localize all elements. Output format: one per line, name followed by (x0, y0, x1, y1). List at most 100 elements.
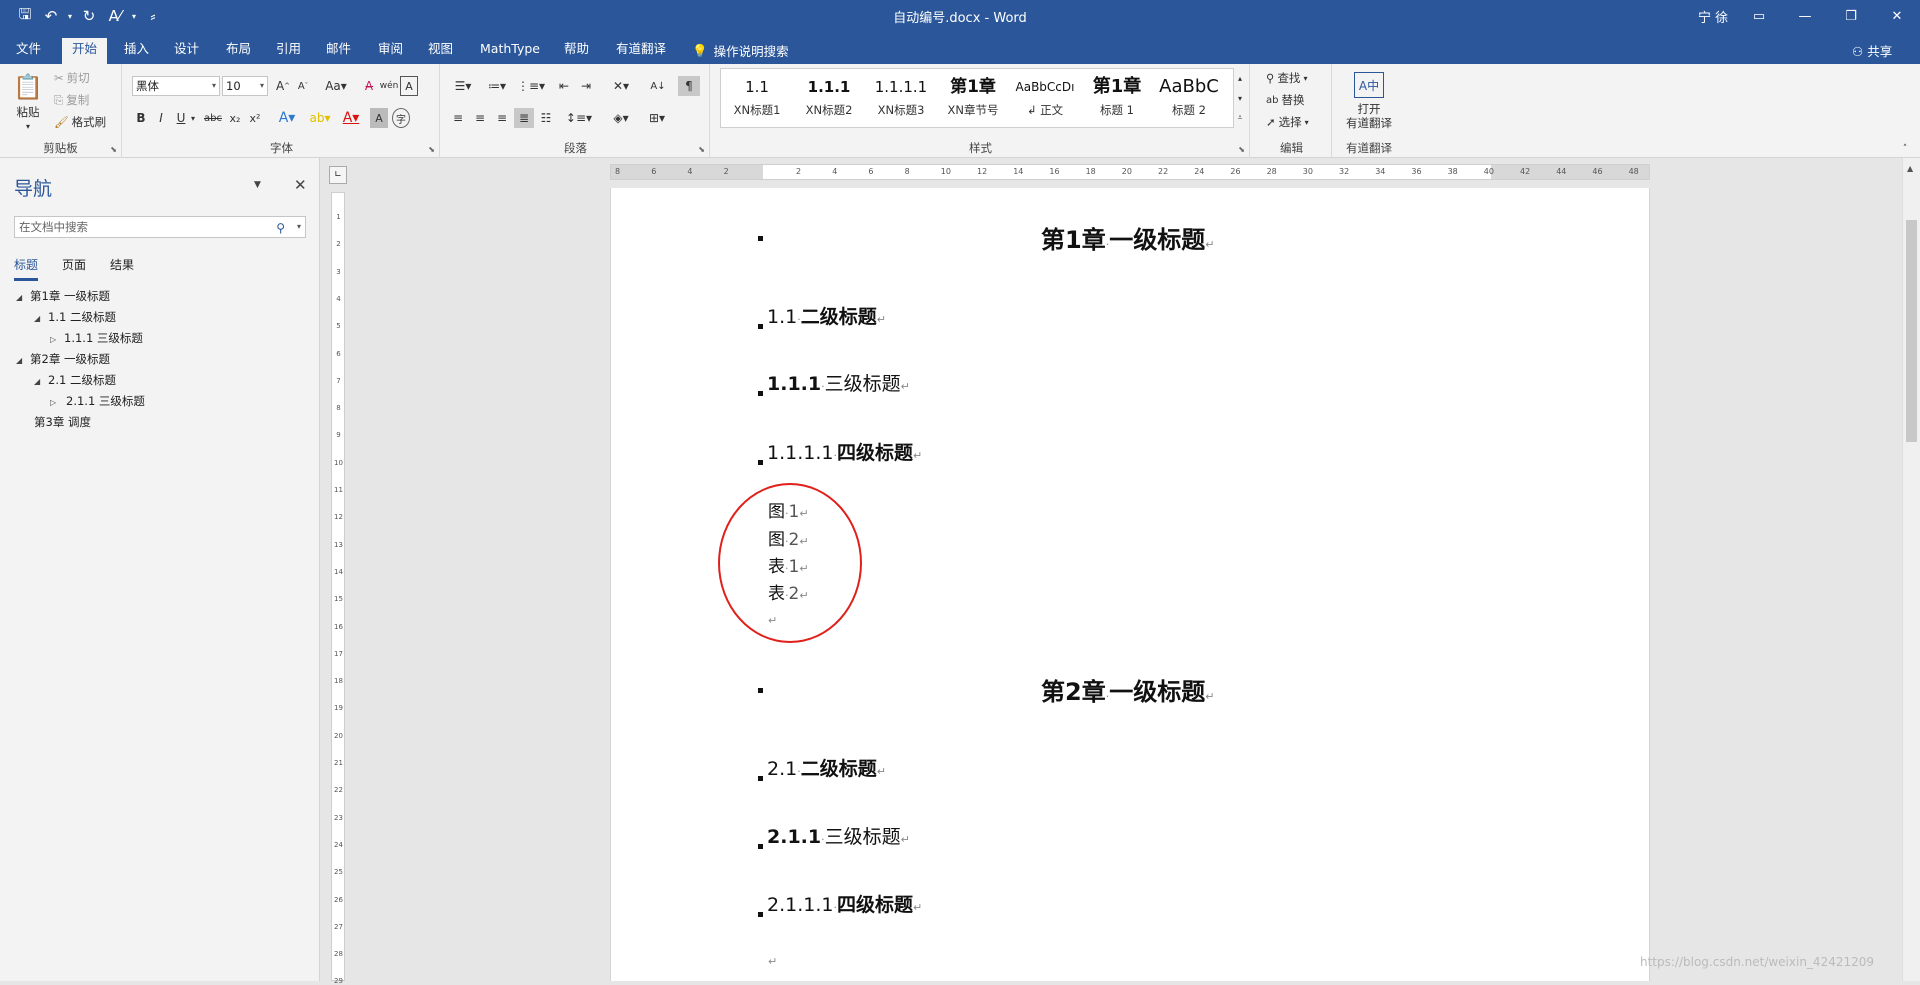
expanded-triangle-icon[interactable]: ◢ (34, 309, 48, 328)
replace-button[interactable]: ab 替换 (1266, 92, 1304, 108)
copy-button[interactable]: ⎘ 复制 (54, 92, 89, 108)
paste-icon[interactable]: 📋 (12, 72, 44, 102)
highlight-color-icon[interactable]: ab▾ (306, 108, 334, 128)
horizontal-ruler[interactable]: 8 6 4 2 2 4 6 8 10 12 14 16 18 20 22 24 26 28 30 32 34 36 38 40… (610, 164, 1650, 180)
decrease-indent-icon[interactable]: ⇤ (554, 76, 574, 96)
styles-more-icon[interactable]: ⩡ (1234, 108, 1246, 128)
tab-review[interactable]: 审阅 (368, 38, 413, 64)
tab-selector-icon[interactable]: ∟ (329, 166, 347, 184)
tell-me-search[interactable]: 💡 操作说明搜索 (692, 41, 789, 60)
numbering-icon[interactable]: ≔▾ (482, 76, 512, 96)
chevron-down-icon[interactable]: ▾ (297, 217, 301, 237)
style-heading1[interactable]: 第1章 标题 1 (1082, 72, 1152, 128)
heading-chapter-2[interactable]: 第2章·一级标题↵ (1041, 672, 1214, 707)
expanded-triangle-icon[interactable]: ◢ (16, 351, 30, 370)
font-size-combo[interactable]: 10 ▾ (222, 76, 268, 96)
shading-icon[interactable]: ◈▾ (606, 108, 636, 128)
borders-icon[interactable]: ⊞▾ (642, 108, 672, 128)
sort-icon[interactable]: A↓ (648, 76, 668, 96)
font-launcher-icon[interactable]: ⬊ (428, 145, 435, 154)
open-youdao-line2[interactable]: 有道翻译 (1334, 116, 1404, 130)
style-heading2[interactable]: AaBbC 标题 2 (1154, 72, 1224, 128)
style-xn-heading3[interactable]: 1.1.1.1 XN标题3 (866, 72, 936, 128)
nav-options-icon[interactable]: ▼ (254, 180, 261, 190)
tab-mailings[interactable]: 邮件 (316, 38, 361, 64)
tab-mathtype[interactable]: MathType (470, 38, 550, 64)
strikethrough-icon[interactable]: abc (202, 108, 224, 128)
nav-tab-pages[interactable]: 页面 (62, 256, 86, 281)
paste-button[interactable]: 粘贴 (10, 104, 46, 120)
underline-dropdown-icon[interactable]: ▾ (188, 108, 198, 128)
tab-youdao[interactable]: 有道翻译 (606, 38, 676, 64)
tab-design[interactable]: 设计 (164, 38, 209, 64)
line-spacing-icon[interactable]: ↕≡▾ (564, 108, 594, 128)
change-case-icon[interactable]: Aa▾ (322, 76, 350, 96)
nav-close-icon[interactable]: ✕ (294, 176, 307, 194)
minimize-icon[interactable]: — (1782, 0, 1828, 32)
collapse-ribbon-icon[interactable]: ˄ (1898, 142, 1912, 156)
collapsed-triangle-icon[interactable]: ▷ (50, 393, 64, 412)
heading-1-1[interactable]: 1.1·二级标题↵ (767, 302, 886, 329)
paragraph-launcher-icon[interactable]: ⬊ (698, 145, 705, 154)
align-left-icon[interactable]: ≡ (448, 108, 468, 128)
character-shading-icon[interactable]: A (370, 108, 388, 128)
nav-heading-item[interactable]: ▷ 1.1.1 三级标题 (50, 329, 143, 348)
bold-icon[interactable]: B (132, 108, 150, 128)
styles-launcher-icon[interactable]: ⬊ (1238, 145, 1245, 154)
style-normal[interactable]: AaBbCcDı ↲ 正文 (1010, 72, 1080, 128)
show-formatting-marks-icon[interactable]: ¶ (678, 76, 700, 96)
heading-1-1-1-1[interactable]: 1.1.1.1·四级标题↵ (767, 438, 922, 465)
vertical-scrollbar[interactable]: ▲ (1902, 158, 1920, 981)
paste-dropdown-icon[interactable]: ▾ (22, 120, 34, 132)
translate-icon[interactable]: A中 (1354, 72, 1384, 98)
close-icon[interactable]: ✕ (1874, 0, 1920, 32)
styles-scroll-down-icon[interactable]: ▾ (1234, 88, 1246, 108)
find-button[interactable]: ⚲ 查找 ▾ (1266, 70, 1307, 86)
nav-heading-item[interactable]: 第3章 调度 (34, 413, 91, 432)
nav-heading-item[interactable]: ▷ 2.1.1 三级标题 (50, 392, 294, 411)
restore-icon[interactable]: ❐ (1828, 0, 1874, 32)
style-xn-chapter[interactable]: 第1章 XN章节号 (938, 72, 1008, 128)
search-icon[interactable]: ⚲ (276, 218, 285, 238)
italic-icon[interactable]: I (152, 108, 170, 128)
heading-2-1-1-1[interactable]: 2.1.1.1·四级标题↵ (767, 890, 922, 917)
chinese-layout-icon[interactable]: ✕▾ (606, 76, 636, 96)
phonetic-guide-icon[interactable]: wén (380, 76, 399, 96)
expanded-triangle-icon[interactable]: ◢ (34, 372, 48, 391)
user-name[interactable]: 宁 徐 (1698, 7, 1728, 26)
tab-layout[interactable]: 布局 (216, 38, 261, 64)
heading-1-1-1[interactable]: 1.1.1·三级标题↵ (767, 369, 910, 396)
tab-home[interactable]: 开始 (62, 38, 108, 64)
increase-indent-icon[interactable]: ⇥ (576, 76, 596, 96)
distributed-icon[interactable]: ☷ (536, 108, 556, 128)
tab-help[interactable]: 帮助 (554, 38, 599, 64)
character-border-icon[interactable]: A (400, 76, 418, 96)
enclose-characters-icon[interactable]: 字 (392, 108, 410, 128)
tab-references[interactable]: 引用 (266, 38, 311, 64)
subscript-icon[interactable]: x₂ (226, 108, 244, 128)
nav-tab-results[interactable]: 结果 (110, 256, 134, 281)
cut-button[interactable]: ✂ 剪切 (54, 70, 90, 86)
multilevel-list-icon[interactable]: ⋮≡▾ (516, 76, 546, 96)
share-button[interactable]: ⚇ 共享 (1852, 41, 1892, 60)
style-xn-heading2[interactable]: 1.1.1 XN标题2 (794, 72, 864, 128)
text-effects-icon[interactable]: A▾ (274, 108, 300, 128)
heading-chapter-1[interactable]: 第1章·一级标题↵ (1041, 220, 1214, 255)
format-painter-button[interactable]: 🖌 格式刷 (54, 114, 106, 130)
align-center-icon[interactable]: ≡ (470, 108, 490, 128)
justify-icon[interactable]: ≣ (514, 108, 534, 128)
nav-heading-item[interactable]: ◢ 1.1 二级标题 (34, 308, 116, 327)
ribbon-display-icon[interactable]: ▭ (1736, 0, 1782, 32)
nav-heading-item[interactable]: ◢ 2.1 二级标题 (34, 371, 116, 390)
grow-font-icon[interactable]: A ^ (274, 76, 292, 96)
heading-2-1[interactable]: 2.1·二级标题↵ (767, 754, 886, 781)
tab-file[interactable]: 文件 (6, 38, 51, 64)
styles-scroll-up-icon[interactable]: ▴ (1234, 68, 1246, 88)
nav-tab-headings[interactable]: 标题 (14, 256, 39, 281)
tab-view[interactable]: 视图 (418, 38, 463, 64)
open-youdao-line1[interactable]: 打开 (1334, 102, 1404, 116)
clipboard-launcher-icon[interactable]: ⬊ (110, 145, 117, 154)
empty-paragraph[interactable]: ↵ (768, 950, 777, 970)
align-right-icon[interactable]: ≡ (492, 108, 512, 128)
clear-formatting-icon[interactable]: A̶ (360, 76, 378, 96)
